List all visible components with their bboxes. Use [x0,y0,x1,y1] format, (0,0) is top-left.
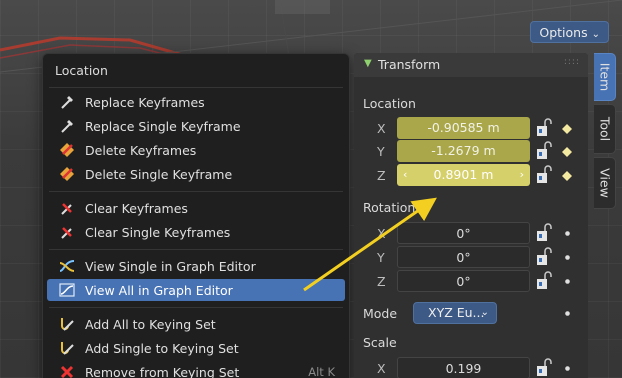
menu-item-replace-keyframes[interactable]: Replace Keyframes [47,91,345,113]
field-value: 0.8901 m [433,167,494,182]
keyframe-diamond-icon[interactable] [562,124,572,134]
keyframe-delete-icon [57,166,77,182]
menu-title: Location [55,63,108,78]
location-z-field[interactable]: ‹ 0.8901 m › [397,164,530,186]
lock-icon[interactable] [534,358,556,378]
panel-title: Transform [378,57,441,72]
axis-label: Z [377,274,386,289]
chevron-down-icon: ⌄ [591,29,600,40]
axis-label: X [377,226,386,241]
menu-divider [49,87,343,88]
menu-item-label: Clear Keyframes [85,200,188,216]
tab-label: Tool [597,116,612,142]
menu-item-label: Delete Keyframes [85,142,197,158]
keying-set-add-icon [57,340,77,356]
menu-item-remove-keying-set[interactable]: Remove from Keying Set Alt K [47,361,345,378]
tab-tool[interactable]: Tool [594,104,616,154]
keyframe-dot-icon[interactable] [564,254,571,261]
mode-value: XYZ Eu... [428,305,485,320]
increment-arrow-icon[interactable]: › [520,164,524,186]
lock-icon[interactable] [534,118,556,138]
chevron-down-icon: ⌄ [480,307,489,318]
menu-item-clear-single-keyframes[interactable]: Clear Single Keyframes [47,221,345,243]
transform-panel-header[interactable]: ▼ Transform :::: [354,53,588,77]
location-y-field[interactable]: -1.2679 m [397,140,530,162]
keyframe-dot-icon[interactable] [564,365,571,372]
decrement-arrow-icon[interactable]: ‹ [403,164,407,186]
tab-label: View [597,168,612,198]
3d-viewport[interactable]: Options ⌄ Location Replace Keyframes Repl… [0,0,622,378]
collapse-triangle-icon: ▼ [364,58,372,69]
menu-item-delete-single-keyframe[interactable]: Delete Single Keyframe [47,163,345,185]
graph-editor-icon [57,258,77,274]
menu-item-view-all-graph-editor[interactable]: View All in Graph Editor [47,279,345,301]
menu-item-label: Add Single to Keying Set [85,340,239,356]
keyframe-diamond-icon[interactable] [562,171,572,181]
menu-divider [49,249,343,250]
axis-label: X [377,121,386,136]
keyframe-clear-icon [57,200,77,216]
drag-grip-icon[interactable]: :::: [564,57,580,67]
location-label: Location [363,96,416,111]
keying-set-add-icon [57,316,77,332]
lock-icon[interactable] [534,165,556,185]
menu-item-add-all-keying-set[interactable]: Add All to Keying Set [47,313,345,335]
menu-item-replace-single-keyframe[interactable]: Replace Single Keyframe [47,115,345,137]
menu-item-delete-keyframes[interactable]: Delete Keyframes [47,139,345,161]
menu-item-label: Clear Single Keyframes [85,224,231,240]
graph-editor-icon [57,282,77,298]
field-value: 0° [456,250,471,265]
menu-item-label: Delete Single Keyframe [85,166,233,182]
menu-item-label: View Single in Graph Editor [85,258,256,274]
keyframe-dot-icon[interactable] [564,230,571,237]
axis-label: Z [377,168,386,183]
field-value: -0.90585 m [427,120,500,135]
rotation-label: Rotation [363,200,416,215]
menu-item-label: Replace Keyframes [85,94,205,110]
lock-icon[interactable] [534,247,556,267]
field-value: 0.199 [445,361,482,376]
menu-item-shortcut: Alt K [308,365,335,378]
axis-label: Y [377,144,385,159]
remove-x-icon [57,364,77,378]
rotation-mode-select[interactable]: XYZ Eu... ⌄ [413,302,497,324]
menu-item-label: Replace Single Keyframe [85,118,241,134]
keyframe-delete-icon [57,142,77,158]
options-label: Options [539,25,588,40]
rotation-z-field[interactable]: 0° [397,270,530,292]
scale-x-field[interactable]: 0.199 [397,357,530,378]
field-value: 0° [456,226,471,241]
mode-label: Mode [363,306,398,321]
menu-divider [49,307,343,308]
keyframe-dot-icon[interactable] [564,278,571,285]
keyframe-add-icon [57,118,77,134]
menu-item-label: View All in Graph Editor [85,282,233,298]
menu-item-label: Remove from Keying Set [85,364,240,378]
keyframe-clear-icon [57,224,77,240]
field-value: 0° [456,274,471,289]
menu-item-label: Add All to Keying Set [85,316,216,332]
tab-view[interactable]: View [594,157,616,209]
rotation-x-field[interactable]: 0° [397,222,530,244]
lock-icon[interactable] [534,223,556,243]
axis-label: X [377,361,386,376]
lock-icon[interactable] [534,271,556,291]
axis-label: Y [377,250,385,265]
keyframe-diamond-icon[interactable] [562,147,572,157]
rotation-y-field[interactable]: 0° [397,246,530,268]
keyframe-dot-icon[interactable] [564,310,571,317]
menu-item-add-single-keying-set[interactable]: Add Single to Keying Set [47,337,345,359]
field-value: -1.2679 m [431,143,496,158]
tab-item[interactable]: Item [594,53,616,101]
options-dropdown[interactable]: Options ⌄ [530,21,609,43]
menu-item-view-single-graph-editor[interactable]: View Single in Graph Editor [47,255,345,277]
keyframe-add-icon [57,94,77,110]
tab-label: Item [597,62,612,92]
menu-item-clear-keyframes[interactable]: Clear Keyframes [47,197,345,219]
context-menu: Location Replace Keyframes Replace Singl… [42,53,350,378]
scale-label: Scale [363,335,397,350]
menu-divider [49,191,343,192]
lock-icon[interactable] [534,141,556,161]
location-x-field[interactable]: -0.90585 m [397,117,530,139]
